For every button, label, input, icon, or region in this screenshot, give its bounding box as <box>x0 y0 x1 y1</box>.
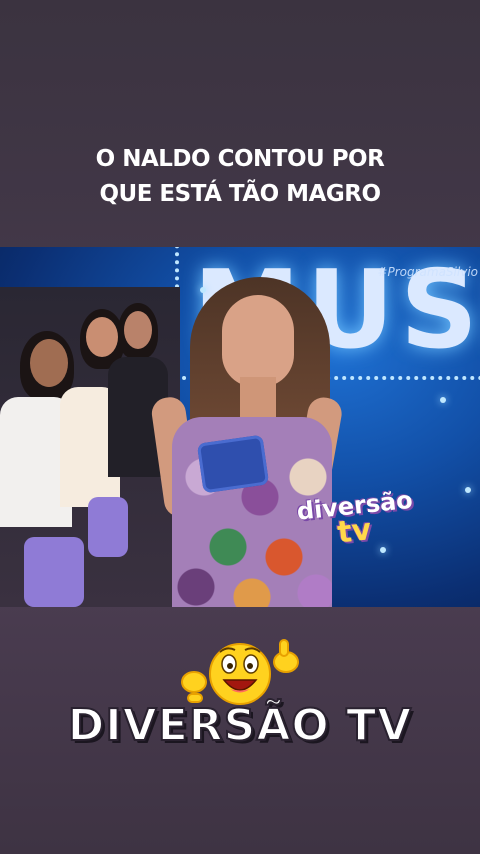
host-face <box>222 295 294 387</box>
host-blue-card <box>196 434 270 494</box>
stage-sparkle <box>200 287 206 293</box>
audience-seat <box>88 497 128 557</box>
video-watermark: diversão tv <box>295 486 413 551</box>
video-frame[interactable]: MUSICA #ProgramaSilvio diversão tv <box>0 247 480 607</box>
audience-member-face <box>124 311 152 349</box>
stage-sparkle <box>380 547 386 553</box>
video-headline: O NALDO CONTOU POR QUE ESTÁ TÃO MAGRO <box>0 142 480 212</box>
stage-sparkle <box>465 487 471 493</box>
headline-line-1: O NALDO CONTOU POR <box>95 146 385 172</box>
audience-seat <box>24 537 84 607</box>
channel-brand: DIVERSÃO TV <box>67 699 413 752</box>
program-hashtag: #ProgramaSilvio <box>377 265 478 279</box>
headline-line-2: QUE ESTÁ TÃO MAGRO <box>99 181 381 207</box>
host-neck <box>240 377 276 417</box>
audience-group <box>0 287 180 607</box>
audience-member-face <box>86 317 118 357</box>
audience-member-face <box>30 339 68 387</box>
stage-sparkle <box>440 397 446 403</box>
